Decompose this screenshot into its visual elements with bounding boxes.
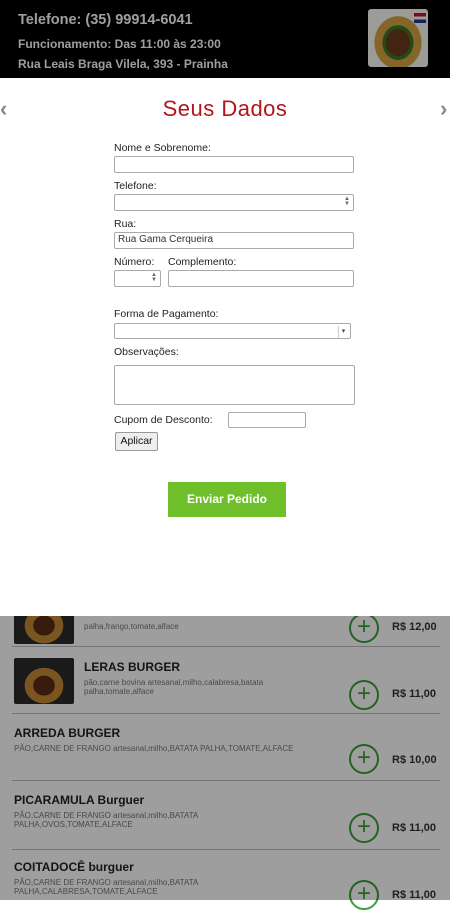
- complement-field[interactable]: [168, 270, 354, 287]
- customer-data-modal: ‹ › Seus Dados Nome e Sobrenome: Telefon…: [0, 78, 450, 616]
- street-label: Rua:: [114, 218, 137, 230]
- notes-label: Observações:: [114, 346, 179, 358]
- complement-label: Complemento:: [168, 256, 237, 268]
- apply-coupon-button[interactable]: Aplicar: [115, 432, 158, 451]
- number-label: Número:: [114, 256, 155, 268]
- payment-select[interactable]: ▾: [114, 323, 351, 339]
- phone-label: Telefone:: [114, 180, 157, 192]
- chevron-down-icon: ▾: [338, 326, 348, 338]
- name-label: Nome e Sobrenome:: [114, 142, 211, 154]
- street-field[interactable]: Rua Gama Cerqueira: [114, 232, 354, 249]
- notes-textarea[interactable]: [114, 365, 355, 405]
- spinner-icon[interactable]: ▲ ▼: [150, 272, 158, 283]
- modal-title: Seus Dados: [162, 96, 288, 121]
- coupon-field[interactable]: [228, 412, 306, 428]
- name-field[interactable]: [114, 156, 354, 173]
- number-field[interactable]: ▲ ▼: [114, 270, 161, 287]
- submit-order-button[interactable]: Enviar Pedido: [168, 482, 286, 517]
- payment-label: Forma de Pagamento:: [114, 308, 219, 320]
- phone-field[interactable]: ▲ ▼: [114, 194, 354, 211]
- spinner-icon[interactable]: ▲ ▼: [343, 196, 351, 207]
- coupon-label: Cupom de Desconto:: [114, 414, 213, 426]
